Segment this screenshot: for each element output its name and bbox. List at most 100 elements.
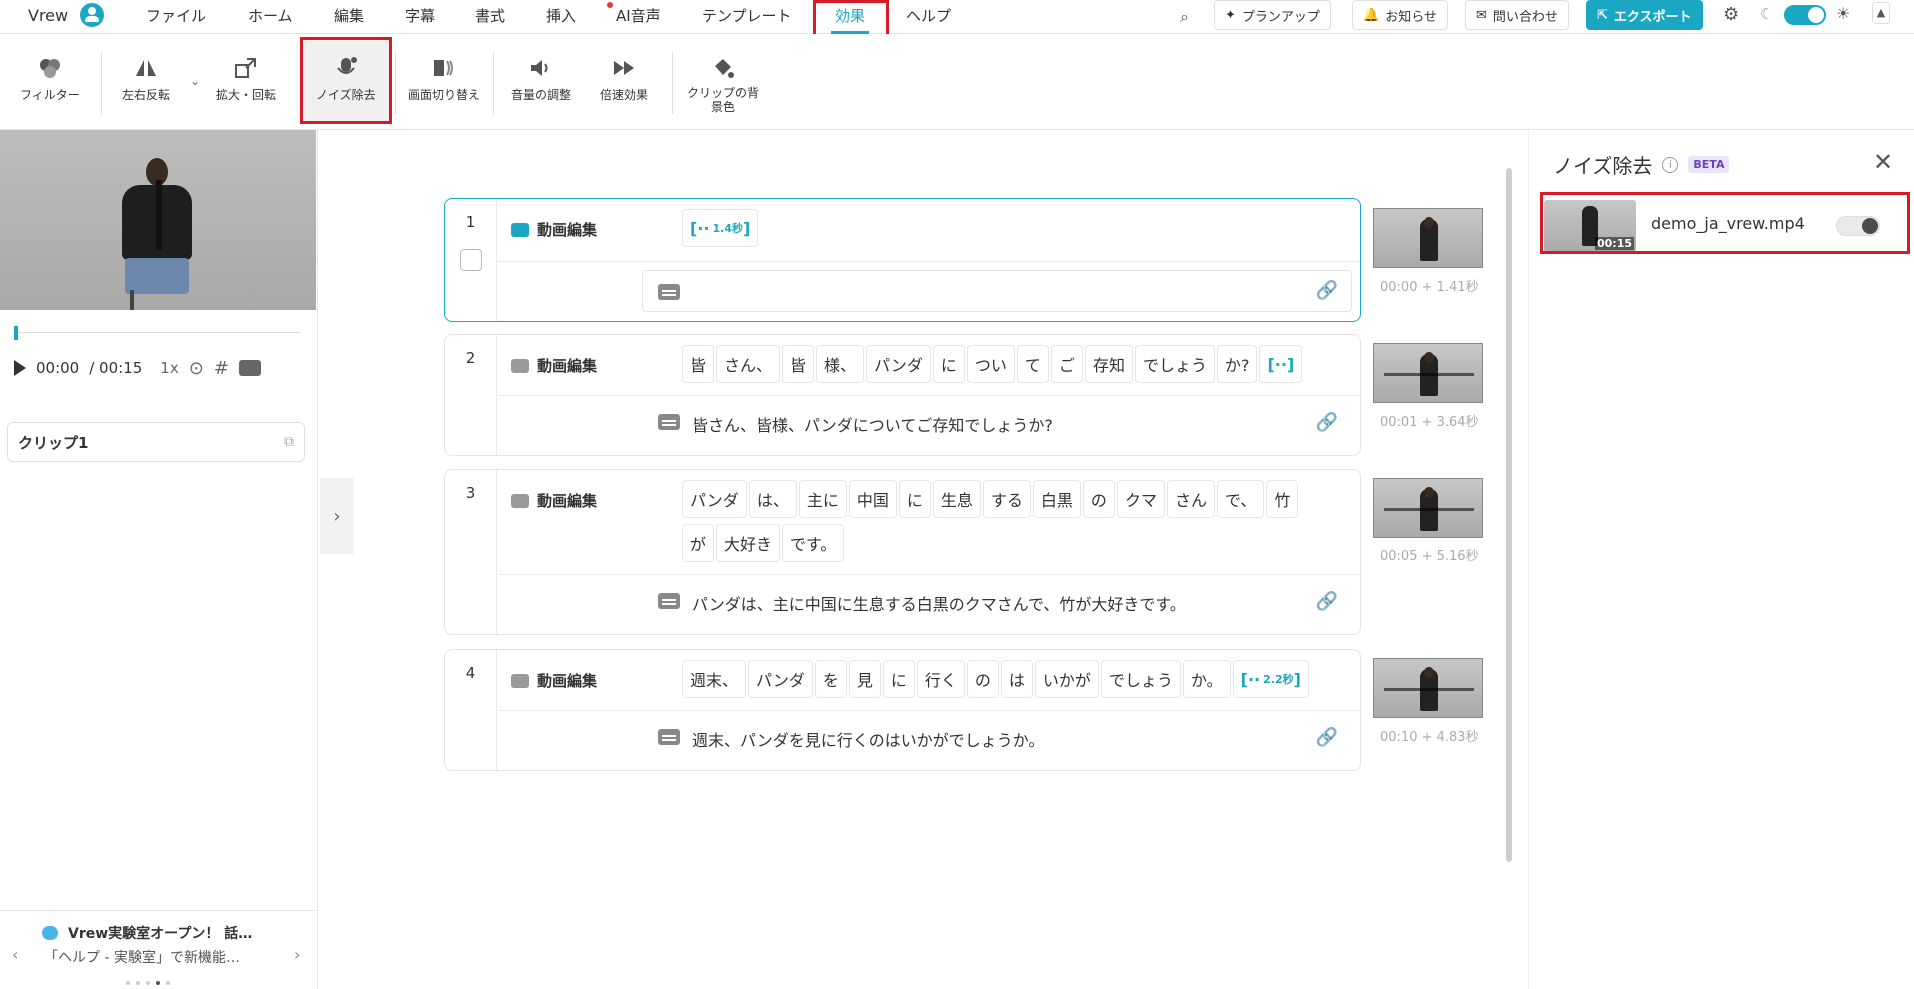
silence-chip[interactable]: [·· 1.4秒] [682,209,759,247]
word-chip[interactable]: パンダ [682,480,747,518]
word-chip[interactable]: は [1000,660,1033,698]
notice-banner[interactable]: Vrew実験室オープン！ 話… 「ヘルプ - 実験室」で新機能… ‹ › [0,910,316,989]
pager-dot[interactable] [146,981,150,985]
menu-ai-voice[interactable]: AI音声 [616,5,661,26]
word-chip[interactable]: さん、 [716,345,781,383]
word-chip[interactable]: で、 [1216,480,1265,518]
word-chip[interactable]: パンダ [866,345,931,383]
word-chip[interactable]: は、 [748,480,797,518]
silence-chip[interactable]: [··] [1259,345,1303,383]
word-chip[interactable]: て [1016,345,1049,383]
playback-speed[interactable]: 1x [160,359,178,377]
word-chip[interactable]: 見 [848,660,881,698]
clip-checkbox[interactable] [460,249,482,271]
link-icon[interactable]: 🔗 [1316,412,1338,433]
subtitle-text[interactable]: 皆さん、皆様、パンダについてご存知でしょうか? [692,412,1053,436]
theme-toggle[interactable] [1784,5,1826,25]
word-chip[interactable]: ご [1050,345,1083,383]
pager-dot[interactable] [156,981,160,985]
flip-dropdown-chevron-icon[interactable]: ⌄ [190,74,200,88]
notice-next-icon[interactable]: › [294,945,300,964]
volume-button[interactable]: 音量の調整 [511,56,571,103]
word-chip[interactable]: 白黒 [1032,480,1081,518]
transition-button[interactable]: 画面切り替え [408,56,480,103]
word-chip[interactable]: パンダ [748,660,813,698]
menu-edit[interactable]: 編集 [334,5,364,26]
timeline-track[interactable] [14,332,300,333]
clip-card[interactable]: クリップ1 ⧉ [7,422,305,462]
menu-home[interactable]: ホーム [248,5,293,26]
clip-bg-color-button[interactable]: クリップの背景色 [685,56,761,114]
pager-dot[interactable] [166,981,170,985]
menu-template[interactable]: テンプレート [702,5,792,26]
menu-insert[interactable]: 挿入 [546,5,576,26]
menu-format[interactable]: 書式 [475,5,505,26]
word-chip[interactable]: いかが [1034,660,1099,698]
collapse-ribbon-icon[interactable]: ▲ [1872,2,1890,24]
word-chip[interactable]: に [882,660,915,698]
word-chip[interactable]: 週末、 [682,660,747,698]
screenshot-icon[interactable]: ⊙ [189,358,204,379]
word-chip[interactable]: でしょう [1134,345,1215,383]
clip-row[interactable]: 4 動画編集 週末、 パンダ を 見 に 行く の は いかが でしょう か。 … [444,649,1361,771]
word-chip[interactable]: 大好き [716,524,781,562]
video-preview[interactable] [0,130,316,310]
clip-thumbnail[interactable] [1373,343,1483,403]
play-icon[interactable] [14,360,26,376]
notice-button[interactable]: 🔔 お知らせ [1352,0,1448,30]
word-chip[interactable]: が [682,524,715,562]
word-chip[interactable]: 皆 [782,345,815,383]
word-chip[interactable]: 竹 [1266,480,1299,518]
clip-thumbnail[interactable] [1373,478,1483,538]
pager-dot[interactable] [136,981,140,985]
notice-prev-icon[interactable]: ‹ [12,945,18,964]
word-chip[interactable]: 皆 [682,345,715,383]
word-chip[interactable]: つい [966,345,1015,383]
gear-icon[interactable]: ⚙ [1723,4,1739,25]
clip-list-scrollbar[interactable] [1506,168,1512,862]
subtitle-text[interactable]: 週末、パンダを見に行くのはいかがでしょうか。 [692,727,1044,751]
grid-icon[interactable]: # [214,358,229,379]
word-chip[interactable]: の [1082,480,1115,518]
word-chip[interactable]: でしょう [1100,660,1181,698]
close-icon[interactable]: ✕ [1873,148,1893,176]
word-chip[interactable]: 存知 [1084,345,1133,383]
menu-help[interactable]: ヘルプ [906,5,951,26]
link-icon[interactable]: 🔗 [1316,727,1338,748]
open-external-icon[interactable]: ⧉ [284,434,294,450]
contact-button[interactable]: ✉ 問い合わせ [1465,0,1569,30]
clip-thumbnail[interactable] [1373,658,1483,718]
word-chip[interactable]: の [966,660,999,698]
plan-up-button[interactable]: ✦ プランアップ [1214,0,1331,30]
subtitle-text[interactable]: パンダは、主に中国に生息する白黒のクマさんで、竹が大好きです。 [692,591,1186,615]
word-chip[interactable]: か? [1216,345,1258,383]
word-chip[interactable]: 生息 [932,480,981,518]
link-icon[interactable]: 🔗 [1316,591,1338,612]
menu-file[interactable]: ファイル [146,5,206,26]
word-chip[interactable]: 様、 [816,345,865,383]
link-icon[interactable]: 🔗 [1316,280,1338,301]
word-chip[interactable]: を [814,660,847,698]
word-chip[interactable]: 中国 [848,480,897,518]
subtitle-empty-input[interactable] [642,270,1352,312]
word-chip[interactable]: する [982,480,1031,518]
word-chip[interactable]: 主に [798,480,847,518]
word-chip[interactable]: に [932,345,965,383]
search-icon[interactable]: ⌕ [1180,7,1189,27]
word-chip[interactable]: さん [1166,480,1215,518]
pager-dot[interactable] [126,981,130,985]
clip-thumbnail[interactable] [1373,208,1483,268]
speed-button[interactable]: 倍速効果 [600,56,648,103]
subtitle-toggle-icon[interactable] [238,360,261,376]
menu-subtitle[interactable]: 字幕 [405,5,435,26]
zoom-rotate-button[interactable]: 拡大・回転 [216,56,276,103]
word-chip[interactable]: です。 [782,524,845,562]
word-chip[interactable]: 行く [916,660,965,698]
word-chip[interactable]: クマ [1116,480,1165,518]
clip-row[interactable]: 2 動画編集 皆 さん、 皆 様、 パンダ に つい て ご 存知 でしょう か… [444,334,1361,456]
clip-row[interactable]: 3 動画編集 パンダ は、 主に 中国 に 生息 する 白黒 の クマ さん で… [444,469,1361,635]
export-button[interactable]: ⇱ エクスポート [1586,0,1703,30]
info-icon[interactable]: i [1662,156,1679,173]
expand-panel-button[interactable]: › [320,478,354,554]
account-avatar-icon[interactable] [80,3,104,27]
